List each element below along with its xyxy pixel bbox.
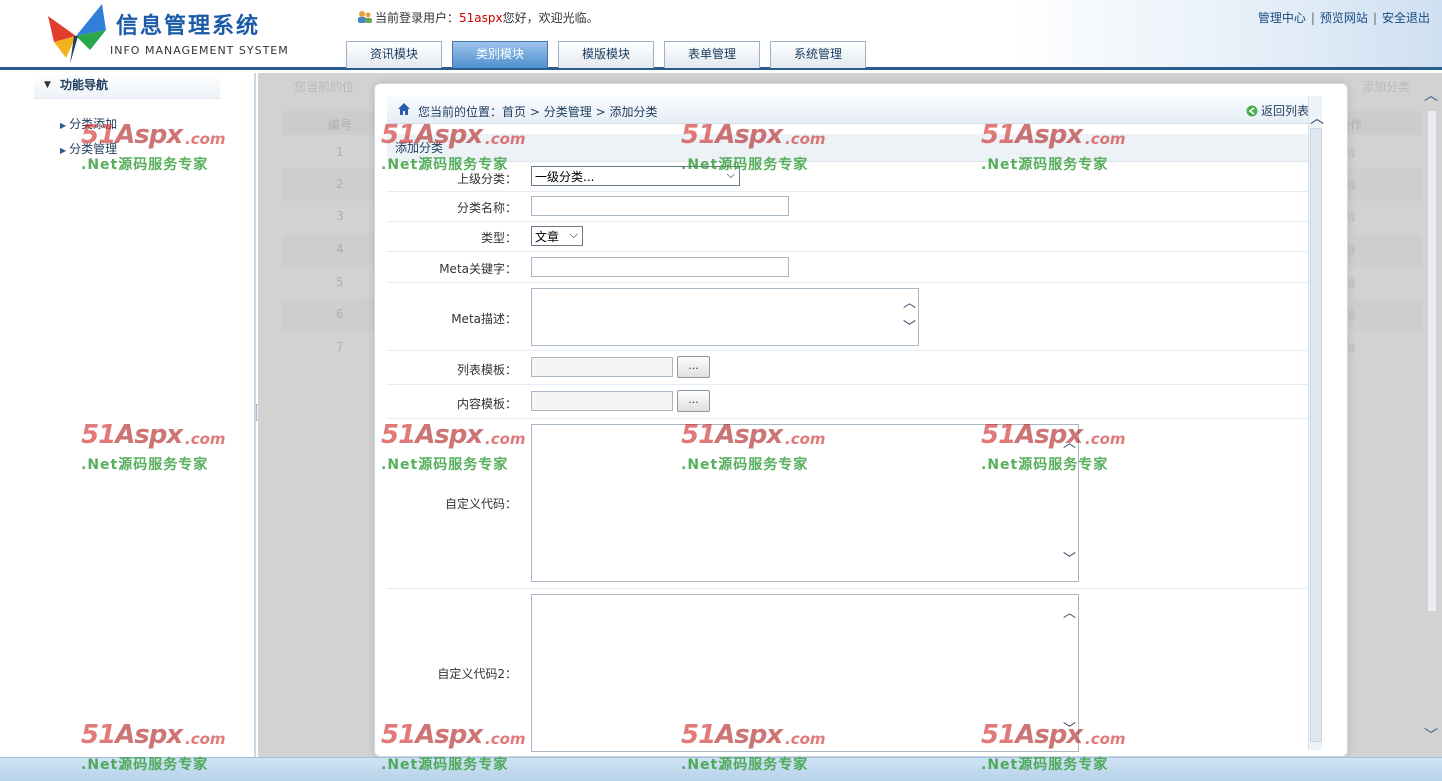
type-select[interactable]: 文章 ⌵ <box>531 226 583 246</box>
category-name-input[interactable] <box>531 196 789 216</box>
scrollbar-thumb[interactable] <box>1428 111 1436 611</box>
tab-forms[interactable]: 表单管理 <box>664 41 760 68</box>
preview-site-link[interactable]: 预览网站 <box>1320 11 1368 25</box>
scroll-down-icon[interactable]: ﹀ <box>903 321 916 334</box>
form-row-custom-code-2: 自定义代码2： ︿ ﹀ <box>387 589 1321 758</box>
list-template-input[interactable] <box>531 357 673 377</box>
meta-keywords-input[interactable] <box>531 257 789 277</box>
tab-template[interactable]: 模版模块 <box>558 41 654 68</box>
scroll-up-icon[interactable]: ︿ <box>1063 607 1076 620</box>
chevron-down-icon: ⌵ <box>569 228 578 241</box>
logo-subtitle: INFO MANAGEMENT SYSTEM <box>110 44 289 57</box>
link-separator: | <box>1310 11 1315 25</box>
tab-news[interactable]: 资讯模块 <box>346 41 442 68</box>
scroll-down-icon[interactable]: ﹀ <box>1424 725 1438 745</box>
scroll-down-icon[interactable]: ﹀ <box>1063 553 1076 566</box>
breadcrumb-prefix: 您当前的位置： <box>418 105 503 119</box>
sidebar-item-label: 分类管理 <box>69 142 118 156</box>
form-row-type: 类型： 文章 ⌵ <box>387 222 1321 252</box>
content-template-label: 内容模板： <box>456 397 517 411</box>
footer-bar <box>0 757 1442 781</box>
parent-category-label: 上级分类： <box>456 172 517 186</box>
chevron-down-icon: ⌵ <box>726 168 735 181</box>
scroll-down-icon[interactable]: ﹀ <box>1063 723 1076 736</box>
breadcrumb-current: 添加分类 <box>609 105 658 119</box>
sidebar-item-label: 分类添加 <box>69 117 118 131</box>
breadcrumb-separator: > <box>529 105 540 119</box>
triangle-down-icon: ▼ <box>44 80 51 90</box>
home-icon <box>398 103 410 115</box>
link-separator: | <box>1372 11 1377 25</box>
scroll-up-icon[interactable]: ︿ <box>1424 85 1438 105</box>
logo-title: 信息管理系统 <box>116 14 261 39</box>
form-row-parent: 上级分类： 一级分类... ⌵ <box>387 162 1321 192</box>
sidebar-item-add-category[interactable]: ▶ 分类添加 <box>60 115 117 132</box>
meta-keywords-label: Meta关键字： <box>439 262 517 276</box>
parent-category-value: 一级分类... <box>535 170 595 184</box>
custom-code-2-label: 自定义代码2： <box>437 667 517 681</box>
user-prefix: 当前登录用户： <box>375 11 460 25</box>
user-greeting: 当前登录用户：51aspx您好，欢迎光临。 <box>357 9 599 26</box>
scroll-up-icon[interactable]: ︿ <box>1310 108 1324 128</box>
form-row-description: Meta描述： ︿ ﹀ <box>387 283 1321 351</box>
nav-title-label: 功能导航 <box>60 78 109 92</box>
content-template-browse-button[interactable]: ... <box>677 390 710 412</box>
form-row-custom-code: 自定义代码： ︿ ﹀ <box>387 419 1321 589</box>
sidebar-item-manage-category[interactable]: ▶ 分类管理 <box>60 140 117 157</box>
custom-code-2-textarea[interactable]: ︿ ﹀ <box>531 594 1079 752</box>
back-arrow-icon <box>1246 105 1258 117</box>
user-suffix: 您好，欢迎光临。 <box>502 11 599 25</box>
dialog-content: 您当前的位置：首页 > 分类管理 > 添加分类 返回列表 添加分类 上级分类： … <box>387 96 1321 758</box>
back-to-list-link[interactable]: 返回列表 <box>1246 102 1309 119</box>
butterfly-logo-icon <box>48 4 106 64</box>
page-scrollbar[interactable]: ︿ ﹀ <box>1424 81 1438 744</box>
scrollbar-thumb[interactable] <box>1310 128 1322 742</box>
type-value: 文章 <box>535 230 560 244</box>
add-category-dialog: 您当前的位置：首页 > 分类管理 > 添加分类 返回列表 添加分类 上级分类： … <box>374 83 1348 757</box>
meta-description-textarea[interactable]: ︿ ﹀ <box>531 288 919 346</box>
tab-category[interactable]: 类别模块 <box>452 41 548 68</box>
nav-title[interactable]: ▼ 功能导航 <box>34 73 220 99</box>
breadcrumb-text: 您当前的位置：首页 > 分类管理 > 添加分类 <box>418 103 658 120</box>
scroll-up-icon[interactable]: ︿ <box>903 297 916 310</box>
content-template-input[interactable] <box>531 391 673 411</box>
dialog-scrollbar[interactable]: ︿ <box>1308 96 1324 750</box>
user-name: 51aspx <box>459 11 503 25</box>
form-row-list-template: 列表模板： ... <box>387 351 1321 385</box>
meta-description-label: Meta描述： <box>451 312 517 326</box>
list-template-label: 列表模板： <box>456 363 517 377</box>
breadcrumb-home[interactable]: 首页 <box>502 105 526 119</box>
admin-center-link[interactable]: 管理中心 <box>1258 11 1306 25</box>
breadcrumb: 您当前的位置：首页 > 分类管理 > 添加分类 返回列表 <box>387 96 1321 124</box>
list-template-browse-button[interactable]: ... <box>677 356 710 378</box>
type-label: 类型： <box>480 231 517 245</box>
custom-code-label: 自定义代码： <box>444 497 517 511</box>
triangle-right-icon: ▶ <box>60 146 67 155</box>
sidebar: ▼ 功能导航 ▶ 分类添加 ▶ 分类管理 <box>0 73 256 757</box>
custom-code-textarea[interactable]: ︿ ﹀ <box>531 424 1079 582</box>
logo: 信息管理系统 INFO MANAGEMENT SYSTEM <box>44 2 288 66</box>
user-icon <box>358 11 372 23</box>
header: 信息管理系统 INFO MANAGEMENT SYSTEM 当前登录用户：51a… <box>0 0 1442 70</box>
logout-link[interactable]: 安全退出 <box>1382 11 1430 25</box>
back-to-list-label: 返回列表 <box>1260 104 1309 118</box>
tab-system[interactable]: 系统管理 <box>770 41 866 68</box>
form-row-keywords: Meta关键字： <box>387 252 1321 283</box>
breadcrumb-separator: > <box>595 105 606 119</box>
category-name-label: 分类名称： <box>456 201 517 215</box>
parent-category-select[interactable]: 一级分类... ⌵ <box>531 166 740 186</box>
form-row-content-template: 内容模板： ... <box>387 385 1321 419</box>
triangle-right-icon: ▶ <box>60 121 67 130</box>
section-title: 添加分类 <box>387 134 1321 162</box>
breadcrumb-category-manage[interactable]: 分类管理 <box>544 105 592 119</box>
top-links: 管理中心 | 预览网站 | 安全退出 <box>1258 9 1430 26</box>
scroll-up-icon[interactable]: ︿ <box>1063 437 1076 450</box>
form-row-name: 分类名称： <box>387 192 1321 222</box>
